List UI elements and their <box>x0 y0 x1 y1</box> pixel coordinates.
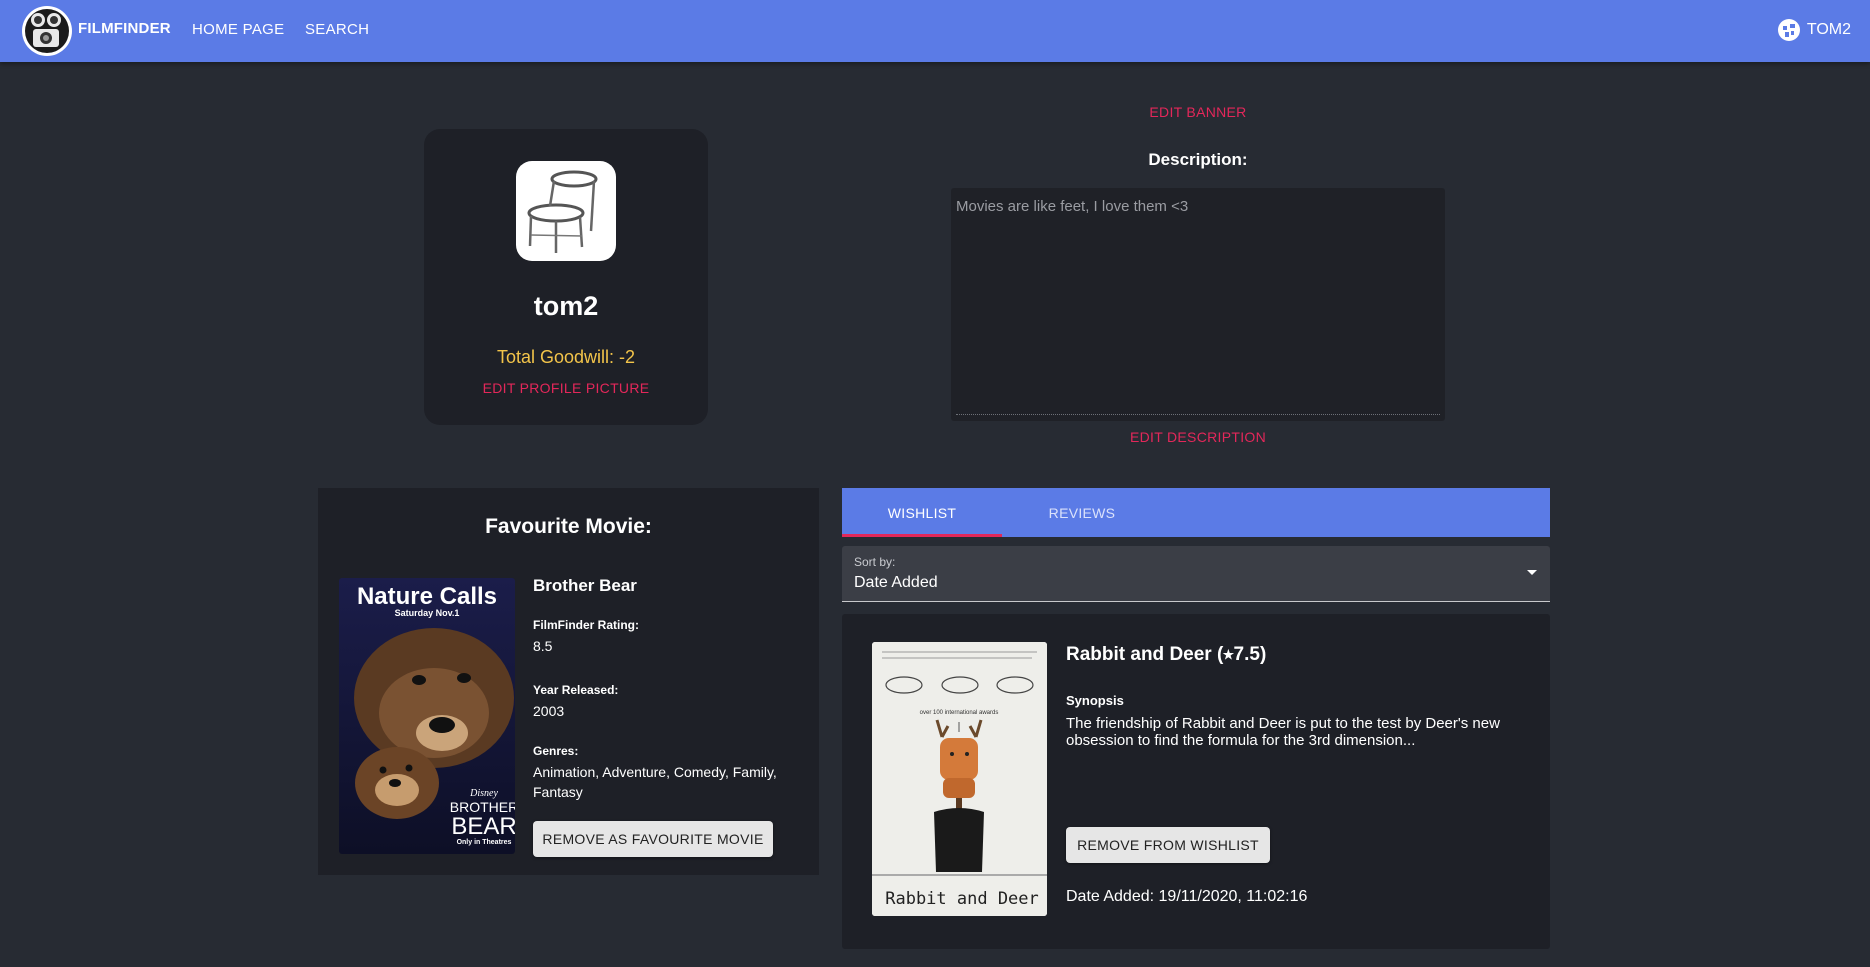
dropdown-arrow-icon <box>1527 570 1537 575</box>
year-value: 2003 <box>533 703 565 719</box>
synopsis-text: The friendship of Rabbit and Deer is put… <box>1066 715 1500 749</box>
profile-tabs: WISHLIST REVIEWS <box>842 488 1550 537</box>
film-reel-logo-icon[interactable] <box>21 5 73 57</box>
favourite-movie-poster[interactable]: Nature Calls Saturday Nov.1 Disney BROTH… <box>339 578 515 854</box>
poster-release: Only in Theatres <box>457 839 512 846</box>
stool-image-icon <box>527 170 598 253</box>
remove-from-wishlist-button[interactable]: REMOVE FROM WISHLIST <box>1066 827 1270 863</box>
rating-label: FilmFinder Rating: <box>533 618 639 632</box>
genres-value: Animation, Adventure, Comedy, Family, Fa… <box>533 764 777 800</box>
favourite-movie-title: Favourite Movie: <box>485 515 652 538</box>
poster-studio: Disney <box>469 788 498 799</box>
wishlist-movie-title[interactable]: Rabbit and Deer (⭑7.5) <box>1066 644 1266 666</box>
synopsis-label: Synopsis <box>1066 693 1124 708</box>
poster-title: Rabbit and Deer <box>885 889 1039 909</box>
description-underline <box>956 414 1440 415</box>
profile-username: tom2 <box>533 291 599 321</box>
poster-date: Saturday Nov.1 <box>395 608 460 618</box>
user-menu[interactable]: TOM2 <box>1777 18 1851 42</box>
date-added: Date Added: 19/11/2020, 11:02:16 <box>1066 888 1308 905</box>
tab-reviews[interactable]: REVIEWS <box>1002 488 1162 537</box>
sort-label: Sort by: <box>854 555 896 569</box>
favourite-movie-panel: Favourite Movie: Nature Calls Saturday N… <box>318 488 819 875</box>
year-label: Year Released: <box>533 683 619 697</box>
poster-title-2: BEAR <box>451 813 515 840</box>
favourite-movie-name: Brother Bear <box>533 576 637 595</box>
wishlist-movie-poster[interactable]: over 100 international awards Rabbit and… <box>872 642 1047 916</box>
description-text: Movies are like feet, I love them <3 <box>956 198 1189 215</box>
remove-favourite-button[interactable]: REMOVE AS FAVOURITE MOVIE <box>533 821 773 857</box>
poster-tagline: Nature Calls <box>357 583 497 610</box>
goodwill-score: Total Goodwill: -2 <box>496 347 636 367</box>
profile-avatar <box>516 161 616 261</box>
wishlist-item: over 100 international awards Rabbit and… <box>842 614 1550 949</box>
description-label: Description: <box>1148 150 1248 169</box>
nav-search-link[interactable]: SEARCH <box>305 21 369 38</box>
user-avatar-icon <box>1777 19 1800 41</box>
brand-name[interactable]: FILMFINDER <box>78 20 171 37</box>
genres-label: Genres: <box>533 744 579 758</box>
nav-home-link[interactable]: HOME PAGE <box>192 21 284 38</box>
tab-wishlist[interactable]: WISHLIST <box>842 488 1002 537</box>
profile-card: tom2 Total Goodwill: -2 EDIT PROFILE PIC… <box>424 129 708 425</box>
user-menu-label: TOM2 <box>1806 21 1851 38</box>
top-navbar: FILMFINDER HOME PAGE SEARCH TOM2 <box>0 0 1870 62</box>
poster-awards: over 100 international awards <box>920 710 999 716</box>
sort-select[interactable]: Sort by: Date Added <box>842 546 1550 602</box>
edit-banner-button[interactable]: EDIT BANNER <box>1100 104 1296 120</box>
sort-value: Date Added <box>854 574 938 591</box>
active-tab-indicator <box>842 534 1002 537</box>
edit-description-button[interactable]: EDIT DESCRIPTION <box>1100 429 1296 445</box>
rating-value: 8.5 <box>533 638 553 654</box>
description-textarea[interactable]: Movies are like feet, I love them <3 <box>951 188 1445 421</box>
edit-profile-picture-button[interactable]: EDIT PROFILE PICTURE <box>424 380 708 396</box>
